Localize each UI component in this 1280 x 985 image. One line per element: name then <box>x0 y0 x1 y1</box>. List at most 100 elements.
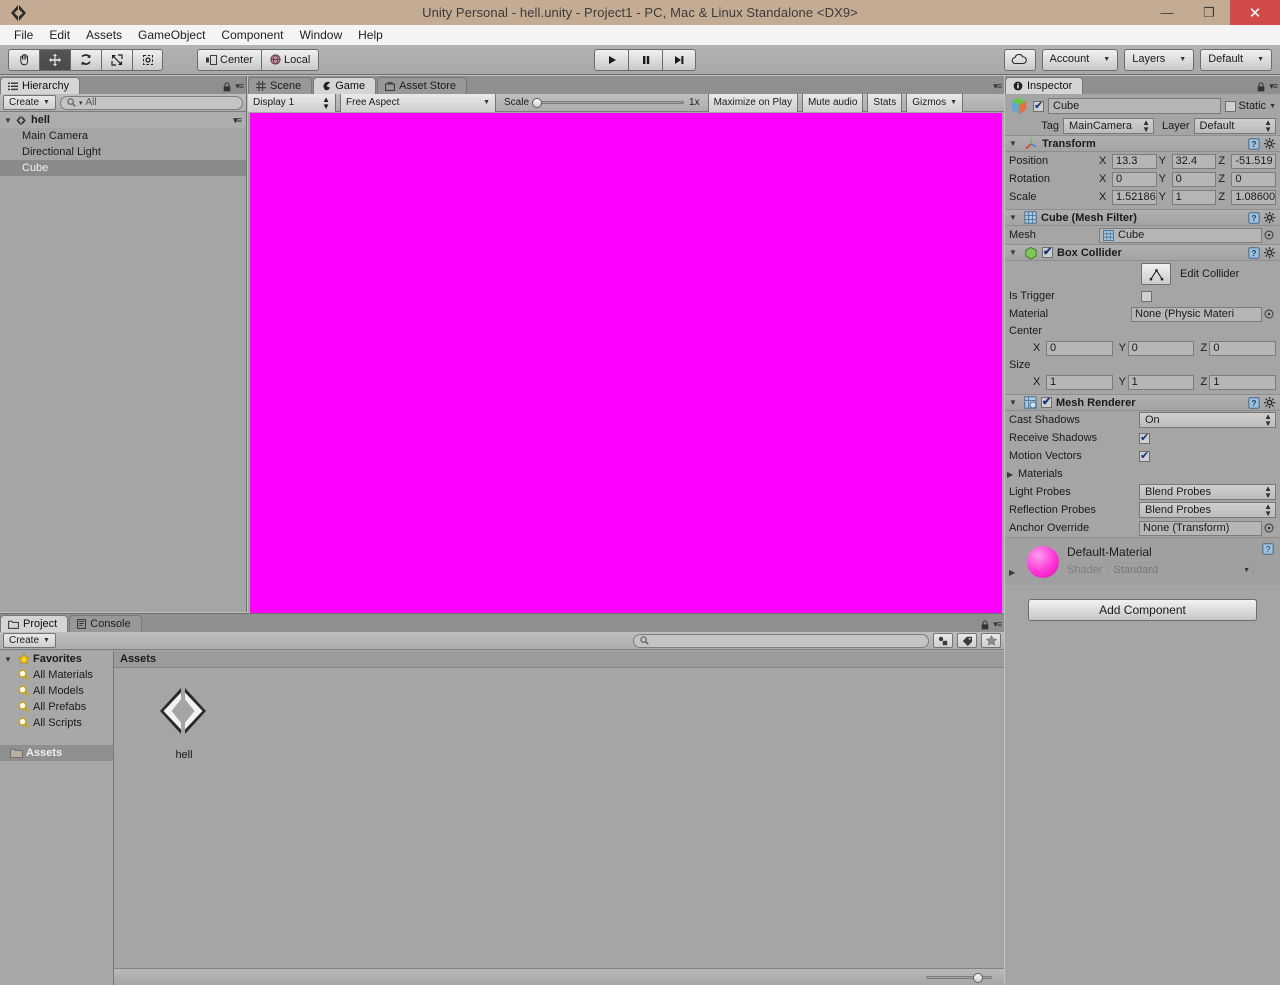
asset-item[interactable]: hell <box>144 680 224 761</box>
play-button[interactable] <box>594 49 628 71</box>
position-y-input[interactable]: 32.4 <box>1172 154 1217 169</box>
tab-asset-store[interactable]: Asset Store <box>377 77 467 94</box>
center-y-input[interactable]: 0 <box>1128 341 1195 356</box>
menu-file[interactable]: File <box>6 26 41 44</box>
size-z-input[interactable]: 1 <box>1209 375 1276 390</box>
menu-assets[interactable]: Assets <box>78 26 130 44</box>
gear-icon[interactable] <box>1264 212 1276 224</box>
object-picker-icon[interactable] <box>1262 309 1276 319</box>
hierarchy-scene-row[interactable]: ▼ hell ▾≡ <box>0 112 246 128</box>
layout-button[interactable]: Default ▼ <box>1200 49 1272 71</box>
center-z-input[interactable]: 0 <box>1209 341 1276 356</box>
anchor-override-field[interactable]: None (Transform) <box>1139 521 1262 536</box>
mesh-object-field[interactable]: Cube <box>1099 228 1262 243</box>
component-header-mesh-renderer[interactable]: ▼ Mesh Renderer ? <box>1005 394 1280 411</box>
pivot-rotation-button[interactable]: Local <box>261 49 319 71</box>
scale-slider[interactable] <box>534 101 684 104</box>
chevron-down-icon[interactable]: ▼ <box>1009 398 1020 407</box>
hierarchy-item-directional-light[interactable]: Directional Light <box>0 144 246 160</box>
account-button[interactable]: Account ▼ <box>1042 49 1119 71</box>
gameobject-enabled-checkbox[interactable] <box>1033 101 1044 112</box>
project-menu-icon[interactable]: ▾≡ <box>993 619 1001 630</box>
add-component-button[interactable]: Add Component <box>1028 599 1257 621</box>
tab-game[interactable]: Game <box>313 77 376 94</box>
component-header-transform[interactable]: ▼ Transform ? <box>1005 135 1280 152</box>
help-icon[interactable]: ? <box>1248 138 1260 150</box>
lock-icon[interactable] <box>1256 82 1265 92</box>
size-y-input[interactable]: 1 <box>1128 375 1195 390</box>
game-menu-icon[interactable]: ▾≡ <box>993 81 1001 92</box>
cast-shadows-dropdown[interactable]: On ▲▼ <box>1139 412 1276 428</box>
rotation-x-input[interactable]: 0 <box>1112 172 1157 187</box>
box-collider-enabled-checkbox[interactable] <box>1042 247 1053 258</box>
aspect-dropdown[interactable]: Free Aspect ▼ <box>340 94 496 112</box>
inspector-menu-icon[interactable]: ▾≡ <box>1269 81 1277 92</box>
chevron-down-icon[interactable]: ▼ <box>1009 213 1020 222</box>
favorites-root-row[interactable]: ▼ Favorites <box>0 651 113 667</box>
chevron-right-icon[interactable]: ▶ <box>1009 568 1020 577</box>
light-probes-dropdown[interactable]: Blend Probes ▲▼ <box>1139 484 1276 500</box>
maximize-button[interactable]: ❐ <box>1188 0 1230 25</box>
game-render-surface[interactable] <box>250 113 1002 614</box>
is-trigger-checkbox[interactable] <box>1141 291 1152 302</box>
save-search-button[interactable] <box>981 633 1001 648</box>
component-header-mesh-filter[interactable]: ▼ Cube (Mesh Filter) ? <box>1005 209 1280 226</box>
project-assets-folder-row[interactable]: Assets <box>0 745 113 761</box>
favorite-all-prefabs[interactable]: All Prefabs <box>0 699 113 715</box>
hierarchy-search-input[interactable]: ▾ All <box>60 96 243 110</box>
scene-context-menu-icon[interactable]: ▾≡ <box>233 115 241 126</box>
motion-vectors-checkbox[interactable] <box>1139 451 1150 462</box>
chevron-down-icon[interactable]: ▼ <box>1009 139 1020 148</box>
menu-gameobject[interactable]: GameObject <box>130 26 213 44</box>
gear-icon[interactable] <box>1264 138 1276 150</box>
layers-button[interactable]: Layers ▼ <box>1124 49 1194 71</box>
move-tool-button[interactable] <box>39 49 70 71</box>
help-icon[interactable]: ? <box>1248 212 1260 224</box>
edit-collider-button[interactable] <box>1141 263 1171 285</box>
mesh-renderer-enabled-checkbox[interactable] <box>1041 397 1052 408</box>
favorite-all-scripts[interactable]: All Scripts <box>0 715 113 731</box>
layer-dropdown[interactable]: Default ▲▼ <box>1194 118 1276 134</box>
menu-component[interactable]: Component <box>213 26 291 44</box>
rotation-y-input[interactable]: 0 <box>1172 172 1217 187</box>
chevron-down-icon[interactable]: ▼ <box>1009 248 1020 257</box>
pivot-mode-button[interactable]: Center <box>197 49 261 71</box>
chevron-down-icon[interactable]: ▼ <box>4 655 15 664</box>
close-button[interactable]: ✕ <box>1230 0 1280 25</box>
receive-shadows-checkbox[interactable] <box>1139 433 1150 444</box>
scale-tool-button[interactable] <box>101 49 132 71</box>
component-header-box-collider[interactable]: ▼ Box Collider ? <box>1005 244 1280 261</box>
menu-window[interactable]: Window <box>291 26 350 44</box>
stats-toggle[interactable]: Stats <box>867 94 902 112</box>
hierarchy-item-cube[interactable]: Cube <box>0 160 246 176</box>
physic-material-field[interactable]: None (Physic Materi <box>1131 307 1262 322</box>
static-checkbox[interactable] <box>1225 101 1236 112</box>
help-icon[interactable]: ? <box>1248 247 1260 259</box>
hand-tool-button[interactable] <box>8 49 39 71</box>
mute-audio-toggle[interactable]: Mute audio <box>802 94 863 112</box>
favorite-all-materials[interactable]: All Materials <box>0 667 113 683</box>
position-z-input[interactable]: -51.519 <box>1231 154 1276 169</box>
scale-z-input[interactable]: 1.08600 <box>1231 190 1276 205</box>
tab-project[interactable]: Project <box>0 615 68 632</box>
help-icon[interactable]: ? <box>1248 397 1260 409</box>
tag-dropdown[interactable]: MainCamera ▲▼ <box>1063 118 1154 134</box>
tab-console[interactable]: Console <box>69 615 141 632</box>
project-search-input[interactable] <box>633 634 929 648</box>
filter-by-label-button[interactable] <box>957 633 977 648</box>
position-x-input[interactable]: 13.3 <box>1112 154 1157 169</box>
shader-dropdown[interactable]: Standard ▼ <box>1107 562 1254 578</box>
minimize-button[interactable]: — <box>1146 0 1188 25</box>
hierarchy-create-button[interactable]: Create ▼ <box>3 95 56 110</box>
object-picker-icon[interactable] <box>1262 523 1276 533</box>
menu-help[interactable]: Help <box>350 26 391 44</box>
tab-scene[interactable]: Scene <box>248 77 312 94</box>
thumbnail-size-knob[interactable] <box>973 973 983 983</box>
hierarchy-item-main-camera[interactable]: Main Camera <box>0 128 246 144</box>
display-dropdown[interactable]: Display 1 ▲▼ <box>248 94 336 112</box>
tab-hierarchy[interactable]: Hierarchy <box>0 77 80 94</box>
rotate-tool-button[interactable] <box>70 49 101 71</box>
hierarchy-menu-icon[interactable]: ▾≡ <box>235 81 243 92</box>
step-button[interactable] <box>662 49 696 71</box>
maximize-on-play-toggle[interactable]: Maximize on Play <box>708 94 798 112</box>
